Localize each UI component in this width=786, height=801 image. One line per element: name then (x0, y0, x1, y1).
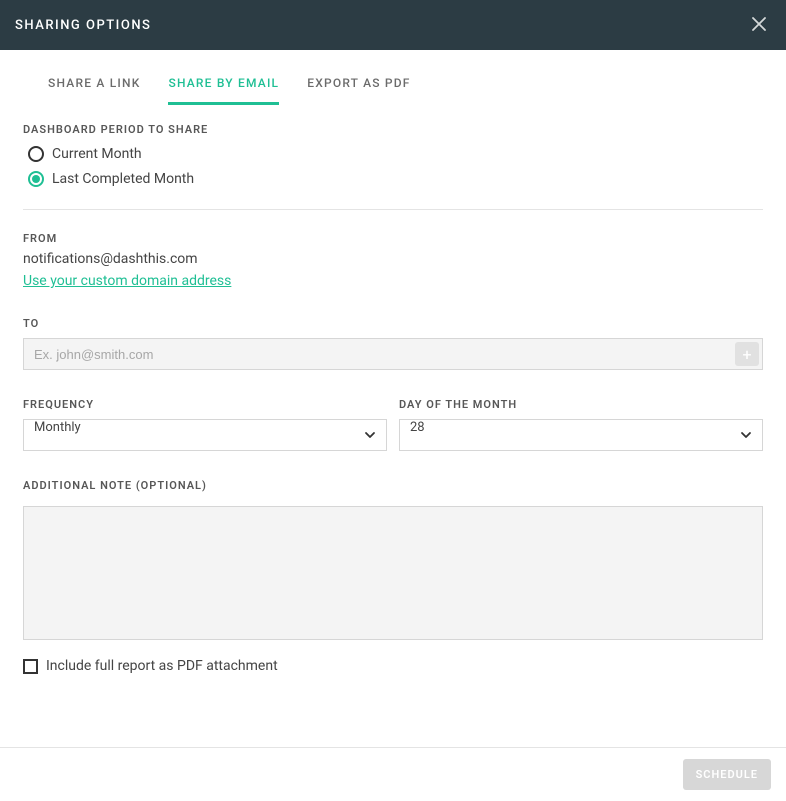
close-button[interactable] (747, 11, 771, 39)
tab-share-email[interactable]: SHARE BY EMAIL (168, 76, 279, 105)
to-input-wrap: + (23, 338, 763, 370)
schedule-button[interactable]: SCHEDULE (683, 759, 771, 790)
checkbox-label: Include full report as PDF attachment (46, 658, 278, 674)
checkbox-icon (23, 659, 38, 674)
radio-icon (28, 146, 44, 162)
frequency-day-row: FREQUENCY Monthly DAY OF THE MONTH 28 (23, 398, 763, 451)
modal-header: SHARING OPTIONS (0, 0, 786, 50)
tab-export-pdf[interactable]: EXPORT AS PDF (307, 76, 410, 105)
to-label: TO (23, 317, 763, 330)
to-block: TO + (23, 317, 763, 370)
add-recipient-button[interactable]: + (735, 342, 759, 366)
frequency-select[interactable]: Monthly (23, 419, 387, 451)
day-label: DAY OF THE MONTH (399, 398, 763, 411)
day-value: 28 (410, 420, 425, 435)
modal-title: SHARING OPTIONS (15, 18, 151, 33)
note-textarea[interactable] (23, 506, 763, 640)
custom-domain-link[interactable]: Use your custom domain address (23, 273, 231, 289)
frequency-value: Monthly (34, 420, 81, 435)
note-block: ADDITIONAL NOTE (OPTIONAL) (23, 479, 763, 644)
from-email: notifications@dashthis.com (23, 251, 763, 267)
divider (23, 209, 763, 210)
radio-icon (28, 171, 44, 187)
plus-icon: + (742, 345, 751, 364)
tabs: SHARE A LINK SHARE BY EMAIL EXPORT AS PD… (0, 76, 786, 105)
content: DASHBOARD PERIOD TO SHARE Current Month … (0, 105, 786, 674)
radio-label: Last Completed Month (52, 171, 194, 187)
from-label: FROM (23, 232, 763, 245)
frequency-label: FREQUENCY (23, 398, 387, 411)
frequency-col: FREQUENCY Monthly (23, 398, 387, 451)
radio-current-month[interactable]: Current Month (28, 146, 763, 162)
spacer (0, 50, 786, 76)
close-icon (751, 16, 767, 32)
footer: SCHEDULE (0, 747, 786, 801)
day-col: DAY OF THE MONTH 28 (399, 398, 763, 451)
to-email-input[interactable] (23, 338, 763, 370)
radio-label: Current Month (52, 146, 142, 162)
radio-last-completed-month[interactable]: Last Completed Month (28, 171, 763, 187)
period-section-label: DASHBOARD PERIOD TO SHARE (23, 123, 763, 136)
tab-share-link[interactable]: SHARE A LINK (48, 76, 140, 105)
pdf-attachment-checkbox[interactable]: Include full report as PDF attachment (23, 658, 763, 674)
day-select[interactable]: 28 (399, 419, 763, 451)
note-label: ADDITIONAL NOTE (OPTIONAL) (23, 479, 763, 492)
